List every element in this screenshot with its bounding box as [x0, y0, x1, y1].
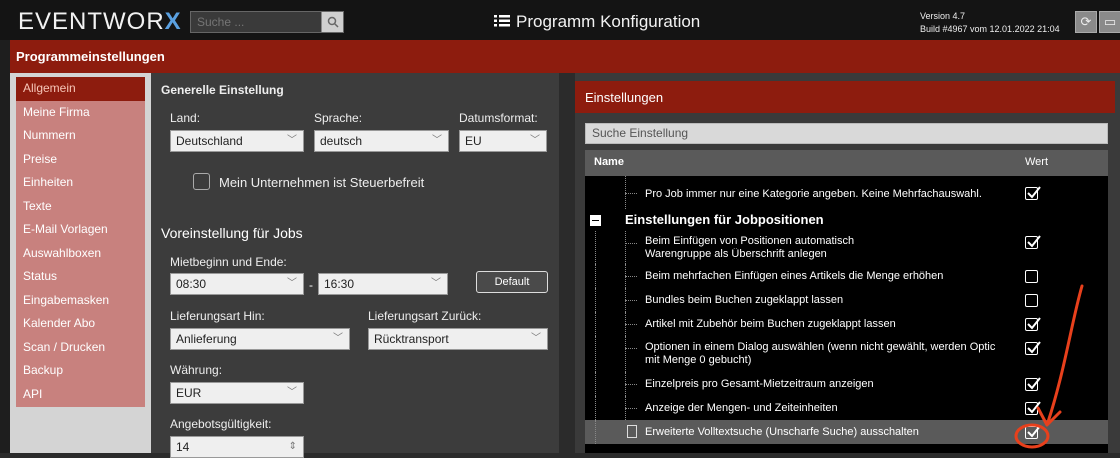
- checkbox[interactable]: [1025, 294, 1038, 307]
- start-time-select[interactable]: 08:30 ﹀: [170, 273, 304, 295]
- general-heading: Generelle Einstellung: [161, 83, 284, 97]
- list-icon: [494, 12, 510, 32]
- col-value-header[interactable]: Wert: [1025, 156, 1048, 168]
- sidebar: Allgemein Meine Firma Nummern Preise Ein…: [10, 73, 151, 453]
- sidebar-item-preise[interactable]: Preise: [16, 148, 145, 172]
- checkbox[interactable]: [1025, 377, 1041, 391]
- settings-search-input[interactable]: Suche Einstellung: [585, 123, 1108, 144]
- general-settings-panel: Generelle Einstellung Land: Deutschland ﹀…: [151, 73, 559, 458]
- sidebar-item-status[interactable]: Status: [16, 265, 145, 289]
- table-row[interactable]: Anzeige der Mengen- und Zeiteinheiten: [585, 396, 1108, 420]
- left-stripe: [0, 40, 10, 453]
- version-info: Version 4.7 Build #4967 vom 12.01.2022 2…: [920, 11, 1060, 34]
- checkbox[interactable]: [1025, 401, 1041, 415]
- stepper-icon[interactable]: ⇕: [289, 437, 297, 457]
- jobs-heading: Voreinstellung für Jobs: [161, 225, 303, 241]
- table-row[interactable]: Beim Einfügen von Positionen automatisch…: [585, 231, 1108, 264]
- land-select[interactable]: Deutschland ﹀: [170, 130, 304, 152]
- sidebar-item-api[interactable]: API: [16, 383, 145, 407]
- chevron-down-icon: ﹀: [333, 333, 343, 344]
- chevron-down-icon: ﹀: [432, 135, 442, 146]
- waehrung-select[interactable]: EUR ﹀: [170, 382, 304, 404]
- table-row-selected[interactable]: Erweiterte Volltextsuche (Unscharfe Such…: [585, 420, 1108, 444]
- settings-panel: Einstellungen Suche Einstellung Name Wer…: [575, 73, 1120, 453]
- sidebar-item-meine-firma[interactable]: Meine Firma: [16, 101, 145, 125]
- sidebar-item-allgemein[interactable]: Allgemein: [16, 77, 145, 101]
- sprache-label: Sprache:: [314, 111, 363, 125]
- angebot-label: Angebotsgültigkeit:: [170, 417, 272, 431]
- checkbox[interactable]: [1025, 317, 1041, 331]
- table-row[interactable]: Artikel mit Zubehör beim Buchen zugeklap…: [585, 312, 1108, 336]
- checkbox[interactable]: [1025, 270, 1038, 283]
- checkbox[interactable]: [1025, 186, 1041, 200]
- sidebar-item-backup[interactable]: Backup: [16, 359, 145, 383]
- table-header: Name Wert: [585, 150, 1108, 176]
- settings-table: Name Wert Pro Job immer nur eine Kategor…: [585, 150, 1108, 453]
- sidebar-item-auswahlboxen[interactable]: Auswahlboxen: [16, 242, 145, 266]
- page-header: Programmeinstellungen: [10, 40, 1120, 73]
- miet-label: Mietbeginn und Ende:: [170, 255, 287, 269]
- end-time-select[interactable]: 16:30 ﹀: [318, 273, 448, 295]
- top-bar: EVENTWORX Programm Konfiguration Version…: [0, 0, 1120, 40]
- angebot-stepper[interactable]: 14 ⇕: [170, 436, 304, 458]
- refresh-icon[interactable]: ⟳: [1075, 11, 1097, 33]
- sidebar-item-nummern[interactable]: Nummern: [16, 124, 145, 148]
- chevron-down-icon: ﹀: [287, 135, 297, 146]
- sidebar-item-eingabemasken[interactable]: Eingabemasken: [16, 289, 145, 313]
- chevron-down-icon: ﹀: [431, 278, 441, 289]
- window-icon[interactable]: ▭: [1099, 11, 1120, 33]
- app-logo: EVENTWORX: [18, 8, 182, 35]
- land-label: Land:: [170, 111, 201, 125]
- table-row[interactable]: Einzelpreis pro Gesamt-Mietzeitraum anze…: [585, 372, 1108, 396]
- chevron-down-icon: ﹀: [287, 278, 297, 289]
- table-row[interactable]: Bundles beim Buchen zugeklappt lassen: [585, 288, 1108, 312]
- app-title: Programm Konfiguration: [494, 12, 700, 32]
- collapse-icon[interactable]: [590, 215, 601, 226]
- sidebar-item-einheiten[interactable]: Einheiten: [16, 171, 145, 195]
- sidebar-item-kalender-abo[interactable]: Kalender Abo: [16, 312, 145, 336]
- hin-select[interactable]: Anlieferung ﹀: [170, 328, 350, 350]
- waehrung-label: Währung:: [170, 363, 223, 377]
- settings-header: Einstellungen: [575, 81, 1115, 113]
- sidebar-item-scan-drucken[interactable]: Scan / Drucken: [16, 336, 145, 360]
- sidebar-item-texte[interactable]: Texte: [16, 195, 145, 219]
- table-row[interactable]: Beim mehrfachen Einfügen eines Artikels …: [585, 264, 1108, 288]
- col-name-header[interactable]: Name: [594, 156, 624, 168]
- sprache-select[interactable]: deutsch ﹀: [314, 130, 449, 152]
- chevron-down-icon: ﹀: [530, 135, 540, 146]
- tax-exempt-label: Mein Unternehmen ist Steuerbefreit: [219, 175, 425, 190]
- sidebar-item-email-vorlagen[interactable]: E-Mail Vorlagen: [16, 218, 145, 242]
- chevron-down-icon: ﹀: [287, 387, 297, 398]
- zurueck-label: Lieferungsart Zurück:: [368, 309, 482, 323]
- table-row[interactable]: Optionen in einem Dialog auswählen (wenn…: [585, 336, 1108, 372]
- checkbox[interactable]: [1025, 235, 1041, 249]
- panel-gap: [559, 73, 575, 453]
- zurueck-select[interactable]: Rücktransport ﹀: [368, 328, 548, 350]
- hin-label: Lieferungsart Hin:: [170, 309, 265, 323]
- chevron-down-icon: ﹀: [531, 333, 541, 344]
- document-icon: [627, 425, 637, 438]
- search-icon[interactable]: [321, 12, 343, 32]
- datum-select[interactable]: EU ﹀: [459, 130, 547, 152]
- checkbox[interactable]: [1025, 425, 1041, 439]
- checkbox[interactable]: [1025, 341, 1041, 355]
- table-row[interactable]: Pro Job immer nur eine Kategorie angeben…: [585, 176, 1108, 209]
- global-search-input[interactable]: [191, 12, 321, 32]
- group-row[interactable]: Einstellungen für Jobpositionen: [585, 209, 1108, 231]
- sidebar-list: Allgemein Meine Firma Nummern Preise Ein…: [16, 77, 145, 407]
- tax-exempt-checkbox[interactable]: [193, 173, 210, 190]
- default-button[interactable]: Default: [476, 271, 548, 293]
- global-search[interactable]: [190, 11, 344, 33]
- datum-label: Datumsformat:: [459, 111, 538, 125]
- time-separator: -: [309, 278, 313, 292]
